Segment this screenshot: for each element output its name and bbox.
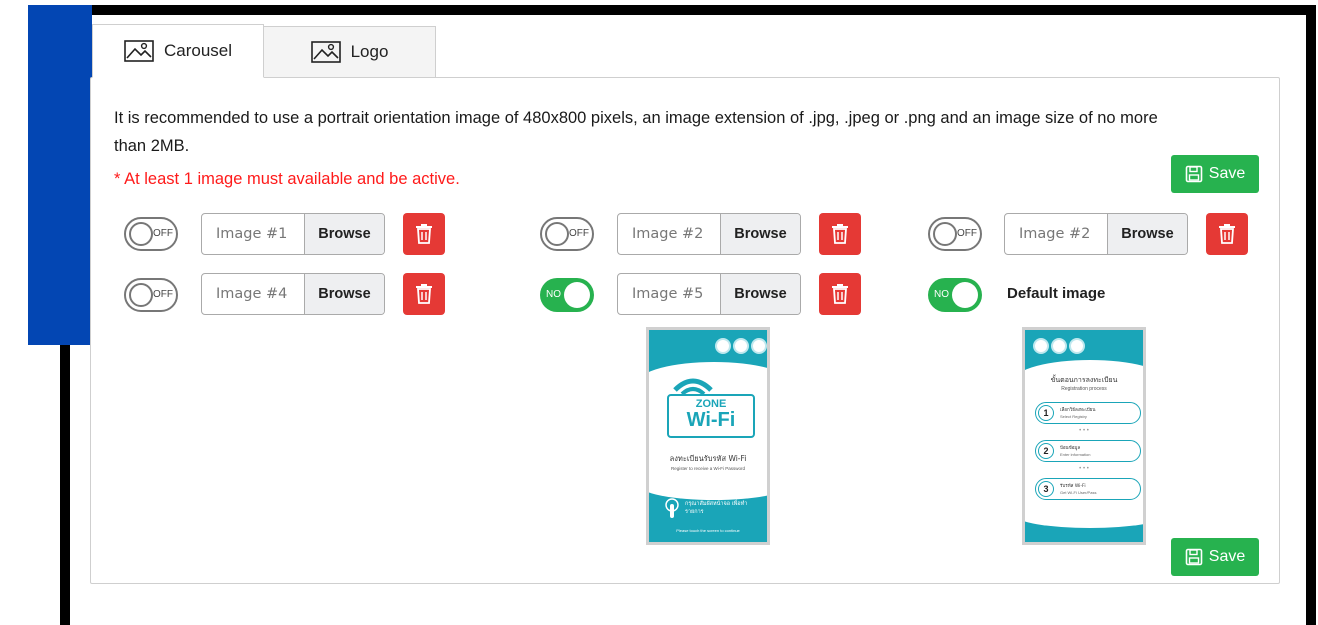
toggle-image-3[interactable]: OFF [928,217,982,251]
file-input-image-3[interactable]: Image #2 Browse [1004,213,1188,255]
tab-label: Logo [350,42,389,61]
hand-touch-icon [665,498,679,518]
browse-button[interactable]: Browse [304,274,384,314]
toggle-image-4[interactable]: OFF [124,278,178,312]
toggle-image-1[interactable]: OFF [124,217,178,251]
save-icon [1185,548,1203,566]
toggle-knob [129,222,153,246]
tab-label: Carousel [163,41,233,60]
step-card: 3 รับรหัส Wi-Fi Get Wi-Fi User/Pass [1035,478,1141,500]
save-button-bottom[interactable]: Save [1171,538,1259,576]
toggle-image-2[interactable]: OFF [540,217,594,251]
delete-button-image-5[interactable] [819,273,861,315]
trash-icon [832,224,848,244]
nav-dot [751,338,767,354]
nav-dot [1051,338,1067,354]
wifi-badge: ZONE Wi-Fi [667,394,755,438]
file-input-image-2[interactable]: Image #2 Browse [617,213,801,255]
nav-dot [1069,338,1085,354]
tab-bar: Carousel Logo [92,24,436,78]
toggle-default-image[interactable]: NO [928,278,982,312]
file-input-image-5[interactable]: Image #5 Browse [617,273,801,315]
nav-dot [715,338,731,354]
toggle-knob [952,282,978,308]
default-image-label: Default image [1007,285,1106,302]
nav-dot [733,338,749,354]
browse-button[interactable]: Browse [1107,214,1187,254]
tab-carousel[interactable]: Carousel [92,24,264,78]
file-input-image-1[interactable]: Image #1 Browse [201,213,385,255]
warning-text: * At least 1 image must available and be… [114,170,460,188]
nav-dot [1033,338,1049,354]
browse-button[interactable]: Browse [720,214,800,254]
save-button-top[interactable]: Save [1171,155,1259,193]
toggle-knob [564,282,590,308]
delete-button-image-1[interactable] [403,213,445,255]
browse-button[interactable]: Browse [720,274,800,314]
trash-icon [416,224,432,244]
image-icon [310,41,341,63]
toggle-knob [933,222,957,246]
image-requirements-text: It is recommended to use a portrait orie… [114,109,1158,155]
side-accent-bar [28,5,92,345]
trash-icon [1219,224,1235,244]
image-preview-5: ZONE Wi-Fi ลงทะเบียนรับรหัส Wi-Fi Regist… [646,327,770,545]
toggle-image-5[interactable]: NO [540,278,594,312]
delete-button-image-2[interactable] [819,213,861,255]
tab-logo[interactable]: Logo [264,26,436,78]
browse-button[interactable]: Browse [304,214,384,254]
toggle-knob [545,222,569,246]
delete-button-image-4[interactable] [403,273,445,315]
step-card: 1 เลือกวิธีลงทะเบียน Select Registry [1035,402,1141,424]
image-icon [124,40,154,62]
save-icon [1185,165,1203,183]
default-image-preview: ขั้นตอนการลงทะเบียน Registration process… [1022,327,1146,545]
delete-button-image-3[interactable] [1206,213,1248,255]
step-card: 2 ป้อนข้อมูล Enter information [1035,440,1141,462]
toggle-knob [129,283,153,307]
trash-icon [416,284,432,304]
trash-icon [832,284,848,304]
file-input-image-4[interactable]: Image #4 Browse [201,273,385,315]
